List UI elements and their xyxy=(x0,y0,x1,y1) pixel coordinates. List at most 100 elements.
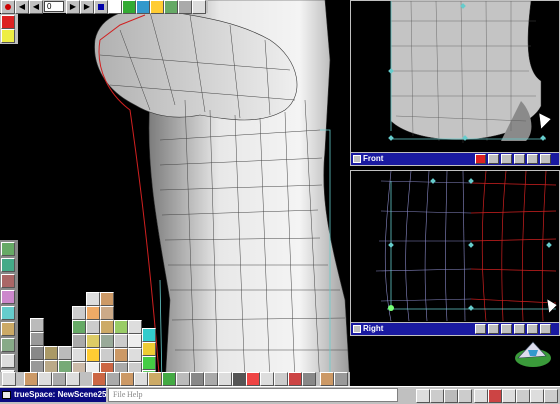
camera-icon[interactable] xyxy=(488,324,499,334)
star-icon[interactable] xyxy=(86,334,100,348)
camera-icon[interactable] xyxy=(488,154,499,164)
sphere-icon[interactable] xyxy=(142,328,156,342)
navigation-widget[interactable] xyxy=(508,336,558,372)
sphere-icon[interactable] xyxy=(100,348,114,362)
app-title-button[interactable]: trueSpace: NewScene25 xyxy=(0,388,106,402)
cylinder-icon[interactable] xyxy=(72,320,86,334)
front-viewport-window[interactable]: Front xyxy=(350,0,560,166)
viewport-menu-icon[interactable] xyxy=(353,325,361,333)
forward-icon[interactable]: ▶ xyxy=(80,0,94,14)
cube-icon[interactable] xyxy=(30,346,44,360)
pattern-icon[interactable] xyxy=(148,372,162,386)
sphere-icon[interactable] xyxy=(24,372,38,386)
cube-icon[interactable] xyxy=(86,320,100,334)
curve-icon[interactable] xyxy=(162,372,176,386)
cube-icon[interactable] xyxy=(86,292,100,306)
cube-icon[interactable] xyxy=(176,372,190,386)
select-arrow-icon[interactable] xyxy=(416,389,430,403)
rotate-view-icon[interactable] xyxy=(540,154,551,164)
front-viewport-titlebar[interactable]: Front xyxy=(351,152,559,165)
sphere-icon[interactable] xyxy=(114,334,128,348)
gradient-tool-icon[interactable] xyxy=(1,290,15,304)
grid-icon[interactable] xyxy=(274,372,288,386)
cube-icon[interactable] xyxy=(72,334,86,348)
cube-icon[interactable] xyxy=(52,372,66,386)
record-icon[interactable] xyxy=(1,0,15,14)
deform-tool-icon[interactable] xyxy=(1,258,15,272)
brush-icon[interactable] xyxy=(164,0,178,14)
sweep-tool-icon[interactable] xyxy=(1,322,15,336)
menu-help[interactable]: Help xyxy=(127,389,143,401)
cube-icon[interactable] xyxy=(128,348,142,362)
lamp-icon[interactable] xyxy=(178,0,192,14)
viewport-menu-icon[interactable] xyxy=(353,155,361,163)
frame-number-field[interactable]: 0 xyxy=(44,1,64,12)
cube-icon[interactable] xyxy=(92,372,106,386)
eye-icon[interactable] xyxy=(544,389,558,403)
render-icon[interactable] xyxy=(150,0,164,14)
step-back-icon[interactable]: ◀ xyxy=(29,0,43,14)
hand-icon[interactable] xyxy=(530,389,544,403)
pan-icon[interactable] xyxy=(540,324,551,334)
sphere-icon[interactable] xyxy=(142,342,156,356)
zoom-icon[interactable] xyxy=(475,324,486,334)
cube-icon[interactable] xyxy=(72,348,86,362)
cube-icon[interactable] xyxy=(72,306,86,320)
sphere-icon[interactable] xyxy=(86,306,100,320)
face-icon[interactable] xyxy=(320,372,334,386)
cube-icon[interactable] xyxy=(128,320,142,334)
close-icon[interactable] xyxy=(475,154,486,164)
paint-icon[interactable] xyxy=(246,372,260,386)
cube-icon[interactable] xyxy=(106,372,120,386)
cube-icon[interactable] xyxy=(190,372,204,386)
object-tool-icon[interactable] xyxy=(2,372,16,386)
link-icon[interactable] xyxy=(66,372,80,386)
cube-icon[interactable] xyxy=(30,332,44,346)
glue-icon[interactable] xyxy=(516,389,530,403)
printer-icon[interactable] xyxy=(192,0,206,14)
material-icon[interactable] xyxy=(1,354,15,368)
plane-icon[interactable] xyxy=(100,320,114,334)
check-icon[interactable] xyxy=(142,356,156,370)
ring-icon[interactable] xyxy=(114,348,128,362)
checker-icon[interactable] xyxy=(232,372,246,386)
undo-icon[interactable] xyxy=(474,389,488,403)
play-icon[interactable]: ▶ xyxy=(66,0,80,14)
cube-icon[interactable] xyxy=(30,318,44,332)
move-icon[interactable] xyxy=(430,389,444,403)
cube-icon[interactable] xyxy=(128,334,142,348)
zoom-icon[interactable] xyxy=(527,154,538,164)
sphere-icon[interactable] xyxy=(136,0,150,14)
lathe-tool-icon[interactable] xyxy=(1,338,15,352)
front-viewport-canvas[interactable] xyxy=(351,1,559,153)
object-tool-icon[interactable] xyxy=(1,242,15,256)
copy-icon[interactable] xyxy=(502,389,516,403)
cube-icon[interactable] xyxy=(100,334,114,348)
cube-icon[interactable] xyxy=(260,372,274,386)
navigation-icon[interactable] xyxy=(38,372,52,386)
rotate-icon[interactable] xyxy=(444,389,458,403)
sphere-icon[interactable] xyxy=(120,372,134,386)
mesh-tool-icon[interactable] xyxy=(1,274,15,288)
cone-icon[interactable] xyxy=(100,306,114,320)
paint-icon[interactable] xyxy=(122,0,136,14)
sphere-icon[interactable] xyxy=(334,372,348,386)
light-icon[interactable] xyxy=(514,324,525,334)
cube-icon[interactable] xyxy=(134,372,148,386)
right-viewport-window[interactable]: Right xyxy=(350,170,560,336)
right-viewport-titlebar[interactable]: Right xyxy=(351,322,559,335)
render-icon[interactable] xyxy=(501,324,512,334)
right-viewport-canvas[interactable] xyxy=(351,171,559,323)
cube-icon[interactable] xyxy=(44,346,58,360)
delete-icon[interactable] xyxy=(488,389,502,403)
light-icon[interactable] xyxy=(514,154,525,164)
render-icon[interactable] xyxy=(501,154,512,164)
rotate-view-icon[interactable] xyxy=(527,324,538,334)
cube-icon[interactable] xyxy=(302,372,316,386)
torus-icon[interactable] xyxy=(100,292,114,306)
undo-icon[interactable] xyxy=(1,29,15,43)
stop-icon[interactable] xyxy=(94,0,108,14)
sphere-icon[interactable] xyxy=(114,320,128,334)
sun-icon[interactable] xyxy=(86,348,100,362)
cube-icon[interactable] xyxy=(204,372,218,386)
